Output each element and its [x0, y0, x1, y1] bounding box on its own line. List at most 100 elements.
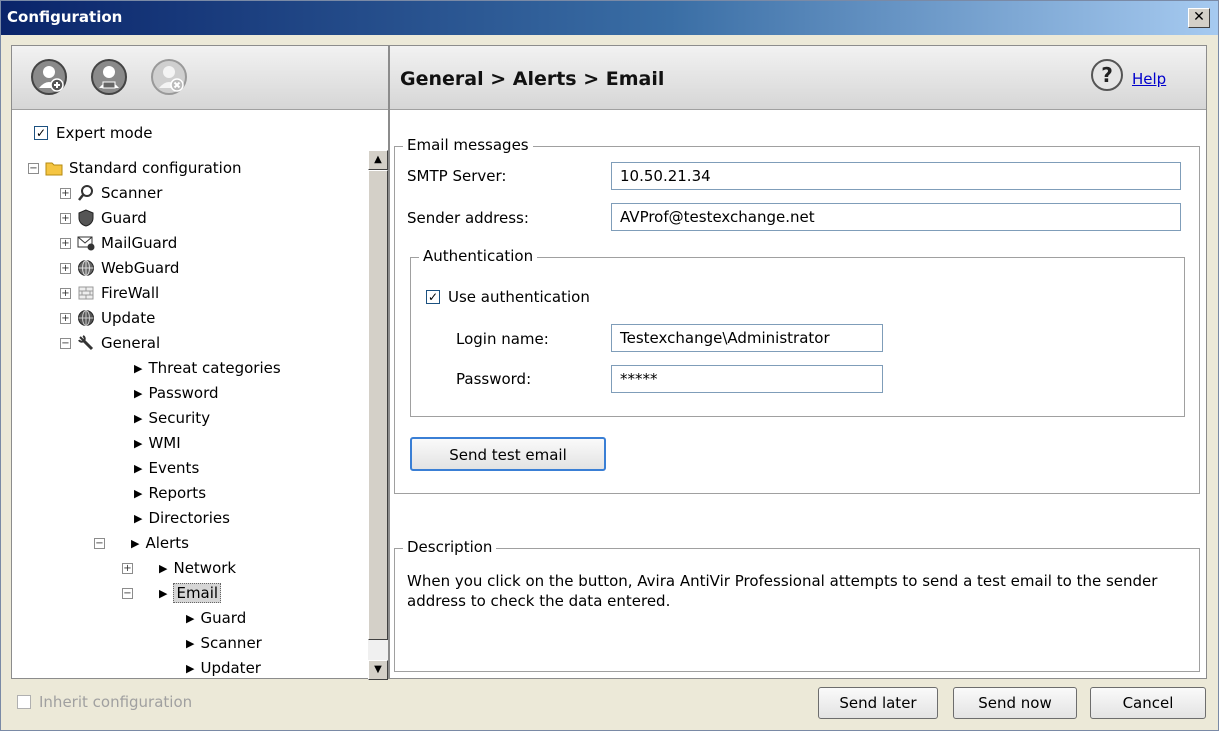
tree-item-standard-configuration[interactable]: − Standard configuration: [28, 156, 242, 180]
collapse-toggle[interactable]: −: [28, 162, 39, 174]
tree-item-reports[interactable]: ▶ Reports: [134, 481, 206, 505]
tree-item-email[interactable]: − ▶ Email: [122, 581, 222, 605]
expand-toggle[interactable]: +: [122, 562, 133, 574]
tree-item-email-scanner[interactable]: ▶ Scanner: [186, 631, 262, 655]
send-later-button[interactable]: Send later: [818, 687, 938, 719]
remove-profile-icon[interactable]: [150, 58, 188, 96]
configuration-tree: − Standard configuration + Scanner + Gua…: [12, 150, 367, 680]
profile-icon[interactable]: [90, 58, 128, 96]
help-icon[interactable]: ?: [1090, 58, 1124, 92]
arrow-icon: ▶: [134, 361, 143, 375]
tree-item-general[interactable]: − General: [60, 331, 160, 355]
sender-address-input[interactable]: AVProf@testexchange.net: [611, 203, 1181, 231]
help-link[interactable]: Help: [1132, 70, 1166, 88]
tree-item-update[interactable]: + Update: [60, 306, 155, 330]
tree-item-alerts[interactable]: − ▶ Alerts: [94, 531, 189, 555]
tree-item-email-updater[interactable]: ▶ Updater: [186, 656, 261, 680]
tree-label: Network: [173, 559, 237, 577]
firewall-icon: [77, 284, 95, 302]
expand-toggle[interactable]: +: [60, 312, 71, 324]
tree-label: Guard: [101, 209, 147, 227]
description-group: Description When you click on the button…: [394, 538, 1200, 672]
tree-label: Reports: [148, 484, 207, 502]
inherit-configuration-check[interactable]: [17, 695, 31, 709]
globe-update-icon: [77, 309, 95, 327]
shield-icon: [77, 209, 95, 227]
arrow-icon: ▶: [131, 536, 140, 550]
globe-icon: [77, 259, 95, 277]
envelope-icon: [77, 234, 95, 252]
expand-toggle[interactable]: +: [60, 237, 71, 249]
tree-item-threat-categories[interactable]: ▶ Threat categories: [134, 356, 281, 380]
expert-mode-checkbox[interactable]: ✓ Expert mode: [34, 124, 152, 142]
arrow-icon: ▶: [159, 561, 168, 575]
add-profile-icon[interactable]: [30, 58, 68, 96]
collapse-toggle[interactable]: −: [94, 537, 105, 549]
window-title: Configuration: [7, 8, 123, 26]
arrow-icon: ▶: [134, 511, 143, 525]
collapse-toggle[interactable]: −: [122, 587, 133, 599]
arrow-icon: ▶: [134, 411, 143, 425]
arrow-icon: ▶: [134, 486, 143, 500]
tree-item-wmi[interactable]: ▶ WMI: [134, 431, 181, 455]
authentication-legend: Authentication: [419, 247, 538, 265]
expand-toggle[interactable]: +: [60, 187, 71, 199]
send-test-email-button[interactable]: Send test email: [410, 437, 606, 471]
magnifier-icon: [77, 184, 95, 202]
inherit-configuration-label: Inherit configuration: [39, 693, 193, 711]
tree-scrollbar[interactable]: ▲ ▼: [368, 150, 388, 680]
tree-item-email-guard[interactable]: ▶ Guard: [186, 606, 246, 630]
scroll-up-button[interactable]: ▲: [368, 150, 388, 170]
tree-item-guard[interactable]: + Guard: [60, 206, 147, 230]
tree-item-firewall[interactable]: + FireWall: [60, 281, 159, 305]
tree-label: Update: [101, 309, 156, 327]
expert-mode-check[interactable]: ✓: [34, 126, 48, 140]
tree-label: Alerts: [145, 534, 189, 552]
svg-text:?: ?: [1101, 63, 1113, 87]
password-label: Password:: [456, 370, 532, 388]
login-name-input[interactable]: Testexchange\Administrator: [611, 324, 883, 352]
smtp-server-input[interactable]: 10.50.21.34: [611, 162, 1181, 190]
expand-toggle[interactable]: +: [60, 212, 71, 224]
tree-label: Security: [148, 409, 211, 427]
arrow-icon: ▶: [134, 436, 143, 450]
navigation-panel: ✓ Expert mode − Standard configuration +…: [11, 45, 389, 680]
description-legend: Description: [403, 538, 497, 556]
scroll-thumb[interactable]: [368, 170, 388, 640]
tree-label: Guard: [200, 609, 247, 627]
expand-toggle[interactable]: +: [60, 287, 71, 299]
tree-item-webguard[interactable]: + WebGuard: [60, 256, 179, 280]
use-authentication-checkbox[interactable]: ✓ Use authentication: [426, 288, 590, 306]
cancel-button[interactable]: Cancel: [1090, 687, 1206, 719]
description-text: When you click on the button, Avira Anti…: [407, 572, 1158, 610]
expand-toggle[interactable]: +: [60, 262, 71, 274]
use-authentication-label: Use authentication: [448, 288, 590, 306]
tree-label: FireWall: [101, 284, 160, 302]
tree-label: WMI: [148, 434, 181, 452]
tree-item-events[interactable]: ▶ Events: [134, 456, 199, 480]
inherit-configuration-checkbox[interactable]: Inherit configuration: [17, 693, 192, 711]
close-button[interactable]: ✕: [1188, 8, 1210, 28]
email-messages-group: Email messages SMTP Server: 10.50.21.34 …: [394, 136, 1200, 494]
tree-label: General: [101, 334, 161, 352]
tree-label: Events: [148, 459, 200, 477]
tree-item-mailguard[interactable]: + MailGuard: [60, 231, 177, 255]
arrow-icon: ▶: [159, 586, 168, 600]
scroll-down-button[interactable]: ▼: [368, 660, 388, 680]
tree-item-network[interactable]: + ▶ Network: [122, 556, 236, 580]
configuration-window: Configuration ✕ ✓ Expert mode − Standard…: [0, 0, 1219, 731]
sender-address-label: Sender address:: [407, 209, 529, 227]
use-authentication-check[interactable]: ✓: [426, 290, 440, 304]
tree-item-directories[interactable]: ▶ Directories: [134, 506, 230, 530]
expert-mode-label: Expert mode: [56, 124, 153, 142]
tree-item-password[interactable]: ▶ Password: [134, 381, 219, 405]
send-now-button[interactable]: Send now: [953, 687, 1077, 719]
collapse-toggle[interactable]: −: [60, 337, 71, 349]
tree-item-security[interactable]: ▶ Security: [134, 406, 210, 430]
breadcrumb: General > Alerts > Email: [400, 68, 665, 90]
password-input[interactable]: *****: [611, 365, 883, 393]
wrench-icon: [77, 334, 95, 352]
tree-item-scanner[interactable]: + Scanner: [60, 181, 162, 205]
arrow-icon: ▶: [186, 611, 195, 625]
settings-panel: General > Alerts > Email ? Help Email me…: [389, 45, 1207, 679]
